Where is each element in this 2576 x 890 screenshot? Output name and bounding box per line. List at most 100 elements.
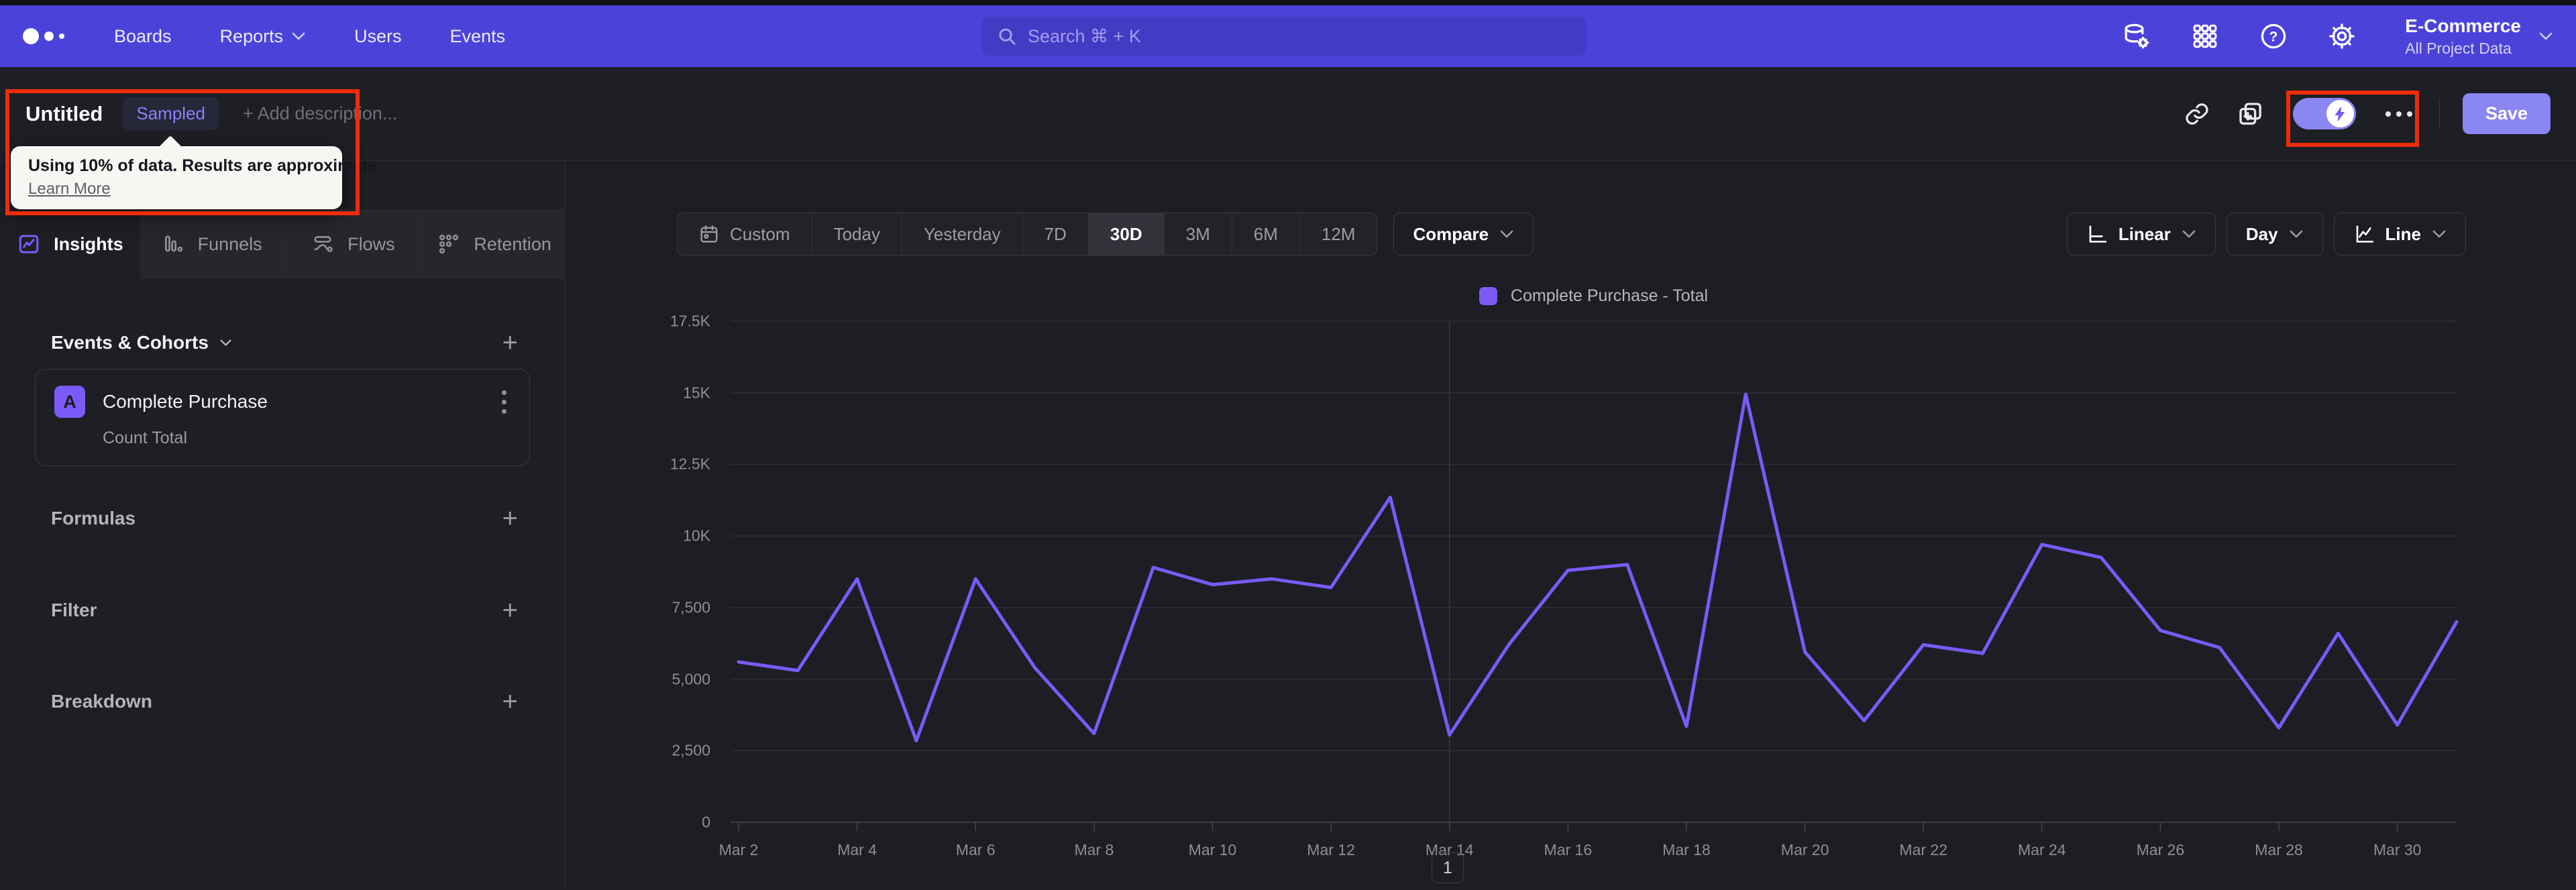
nav-item-boards[interactable]: Boards	[114, 26, 172, 47]
top-navbar: Boards Reports Users Events Search ⌘ + K	[0, 5, 2576, 67]
tab-label: Insights	[54, 233, 123, 254]
range-30d[interactable]: 30D	[1088, 213, 1165, 255]
y-axis-tick-label: 10K	[683, 526, 710, 545]
chart-panel: Custom Today Yesterday 7D 30D 3M 6M 12M …	[566, 161, 2576, 889]
tab-insights[interactable]: Insights	[0, 210, 142, 279]
y-axis-tick-label: 2,500	[672, 741, 710, 759]
primary-nav: Boards Reports Users Events	[114, 26, 505, 47]
add-filter-button[interactable]: +	[502, 597, 518, 624]
interval-dropdown[interactable]: Day	[2226, 213, 2323, 256]
compare-button[interactable]: Compare	[1393, 213, 1534, 256]
tab-funnels[interactable]: Funnels	[141, 210, 283, 279]
range-custom[interactable]: Custom	[678, 213, 812, 255]
nav-item-users[interactable]: Users	[354, 26, 402, 47]
add-breakdown-button[interactable]: +	[502, 688, 518, 715]
y-axis-tick-label: 0	[702, 813, 710, 831]
scale-label: Linear	[2118, 223, 2171, 244]
add-description-field[interactable]: + Add description...	[243, 103, 397, 124]
event-options-button[interactable]	[498, 386, 511, 418]
x-axis-tick-label: Mar 28	[2255, 841, 2303, 858]
x-axis-tick-label: Mar 6	[955, 841, 996, 858]
range-6m[interactable]: 6M	[1232, 213, 1300, 255]
formulas-section: Formulas +	[51, 504, 518, 533]
y-axis-tick-label: 15K	[683, 384, 710, 402]
window-top-strip	[0, 0, 2576, 5]
y-axis-tick-label: 17.5K	[669, 312, 710, 330]
chevron-down-icon	[2539, 32, 2553, 40]
sampling-toggle[interactable]	[2292, 98, 2356, 129]
range-12m[interactable]: 12M	[1300, 213, 1377, 255]
filter-label: Filter	[51, 600, 97, 620]
x-axis-tick-label: Mar 4	[837, 841, 877, 858]
search-icon	[999, 28, 1016, 45]
project-name: E-Commerce	[2405, 15, 2521, 36]
nav-item-reports[interactable]: Reports	[220, 26, 307, 47]
chart-toolbar: Custom Today Yesterday 7D 30D 3M 6M 12M …	[677, 213, 2466, 256]
save-button[interactable]: Save	[2462, 93, 2551, 134]
add-to-board-icon[interactable]	[2235, 99, 2266, 129]
legend-label: Complete Purchase - Total	[1510, 286, 1709, 305]
nav-item-label: Boards	[114, 25, 172, 46]
chart-legend-item[interactable]: Complete Purchase - Total	[731, 286, 2457, 306]
event-letter-badge: A	[54, 386, 85, 418]
project-selector[interactable]: E-Commerce All Project Data	[2405, 15, 2553, 58]
x-axis-tick-label: Mar 2	[718, 841, 759, 858]
chevron-down-icon	[2182, 230, 2196, 238]
scale-dropdown[interactable]: Linear	[2066, 213, 2216, 256]
event-card[interactable]: A Complete Purchase Count Total	[35, 369, 530, 466]
nav-item-events[interactable]: Events	[450, 26, 506, 47]
chart-type-dropdown[interactable]: Line	[2333, 213, 2466, 256]
toggle-knob	[2326, 100, 2354, 127]
range-label: Custom	[730, 223, 790, 244]
chevron-down-icon	[1500, 230, 1513, 238]
linear-axis-icon	[2089, 225, 2106, 243]
insights-icon	[19, 235, 39, 254]
range-label: Today	[833, 223, 880, 244]
range-today[interactable]: Today	[812, 213, 902, 255]
pagination-page-1[interactable]: 1	[1432, 852, 1464, 883]
chevron-down-icon	[2290, 230, 2302, 238]
apps-grid-icon[interactable]	[2190, 21, 2220, 51]
legend-swatch	[1479, 287, 1497, 305]
x-axis-tick-label: Mar 30	[2373, 841, 2422, 858]
tab-label: Retention	[474, 233, 551, 254]
nav-item-label: Users	[354, 25, 402, 46]
events-cohorts-label: Events & Cohorts	[51, 332, 209, 353]
report-title[interactable]: Untitled	[25, 102, 103, 126]
divider	[2438, 98, 2440, 129]
event-metric[interactable]: Count Total	[103, 429, 511, 448]
add-event-button[interactable]: +	[502, 329, 518, 356]
copy-link-icon[interactable]	[2182, 99, 2212, 129]
tab-label: Flows	[347, 233, 395, 254]
date-range-control: Custom Today Yesterday 7D 30D 3M 6M 12M	[677, 213, 1378, 256]
chart-plot[interactable]: 0 2,500 5,000 7,500 10K 12.5K 15K 17.5K Mar 2 Mar…	[670, 313, 2459, 858]
range-3m[interactable]: 3M	[1165, 213, 1232, 255]
search-input[interactable]: Search ⌘ + K	[982, 17, 1586, 56]
report-actions: Save	[2182, 93, 2551, 134]
range-label: 3M	[1185, 223, 1210, 244]
chevron-down-icon[interactable]	[219, 338, 232, 347]
add-formula-button[interactable]: +	[502, 505, 518, 532]
tab-flows[interactable]: Flows	[282, 210, 425, 279]
mixpanel-logo-icon[interactable]	[23, 28, 80, 44]
nav-item-label: Reports	[219, 25, 284, 46]
nav-item-label: Events	[449, 25, 506, 46]
flows-icon	[314, 236, 333, 252]
help-icon[interactable]: ?	[2259, 21, 2288, 51]
tab-label: Funnels	[197, 233, 262, 254]
range-7d[interactable]: 7D	[1023, 213, 1089, 255]
more-options-button[interactable]	[2385, 111, 2412, 117]
sampled-badge[interactable]: Sampled	[123, 97, 219, 130]
chart-type-label: Line	[2385, 223, 2421, 244]
learn-more-link[interactable]: Learn More	[28, 180, 111, 199]
report-type-tabs: Insights Funnels Flows Retention	[0, 209, 565, 279]
tab-retention[interactable]: Retention	[424, 210, 565, 279]
breakdown-section: Breakdown +	[51, 687, 518, 716]
x-axis-tick-label: Mar 8	[1074, 841, 1114, 858]
x-axis-tick-label: Mar 22	[1899, 841, 1947, 858]
data-management-icon[interactable]	[2122, 21, 2151, 51]
svg-text:?: ?	[2269, 29, 2278, 44]
settings-gear-icon[interactable]	[2327, 21, 2357, 51]
chevron-down-icon	[292, 32, 305, 40]
range-yesterday[interactable]: Yesterday	[902, 213, 1023, 255]
